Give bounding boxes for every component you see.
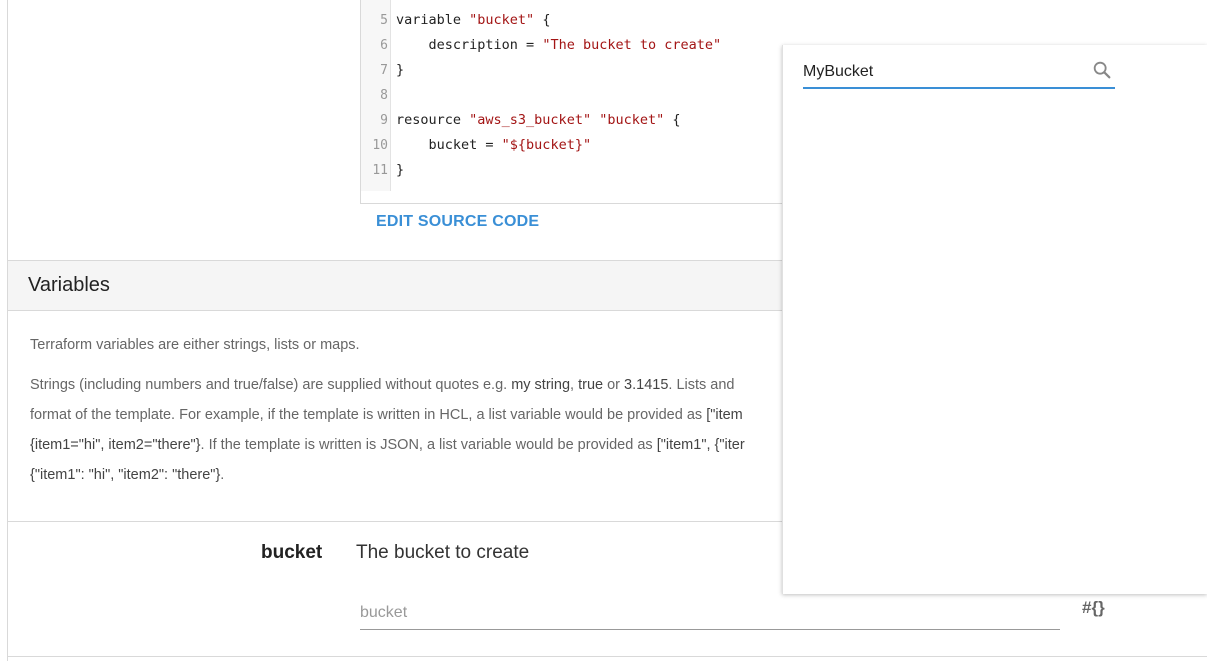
- line-number: 8: [380, 88, 388, 103]
- code-line: 11}: [361, 158, 404, 183]
- line-number: 9: [380, 113, 388, 128]
- search-dropdown-panel: [782, 45, 1207, 594]
- code-line: 6 description = "The bucket to create": [361, 33, 721, 58]
- line-number: 6: [380, 38, 388, 53]
- code-line: 5 variable "bucket" {: [361, 8, 550, 33]
- code-editor[interactable]: 5 variable "bucket" { 6 description = "The…: [360, 0, 800, 204]
- code-line: 10 bucket = "${bucket}": [361, 133, 591, 158]
- line-number: 7: [380, 63, 388, 78]
- code-line: 7}: [361, 58, 404, 83]
- code-text: bucket = "${bucket}": [396, 137, 592, 153]
- variables-paragraph-map: {item1="hi", item2="there"}. If the temp…: [30, 437, 745, 453]
- code-text: resource "aws_s3_bucket" "bucket" {: [396, 112, 681, 128]
- variables-intro: Terraform variables are either strings, …: [30, 337, 360, 353]
- code-text: variable "bucket" {: [396, 12, 551, 28]
- variables-paragraph-hcl: format of the template. For example, if …: [30, 407, 743, 423]
- code-text: description = "The bucket to create": [396, 37, 722, 53]
- line-number: 10: [372, 138, 388, 153]
- code-text: }: [396, 62, 405, 78]
- divider-bottom: [8, 656, 1207, 657]
- line-number: 5: [380, 13, 388, 28]
- page-left-border: [7, 0, 8, 661]
- variable-description: The bucket to create: [356, 542, 530, 563]
- interpolation-icon[interactable]: #{}: [1082, 598, 1105, 618]
- edit-source-code-link[interactable]: EDIT SOURCE CODE: [376, 213, 539, 231]
- code-text: }: [396, 162, 405, 178]
- code-line: 9 resource "aws_s3_bucket" "bucket" {: [361, 108, 680, 133]
- search-icon[interactable]: [1091, 59, 1113, 81]
- code-line: 8: [361, 83, 388, 108]
- variables-title: Variables: [28, 274, 110, 296]
- variables-paragraph-json: {"item1": "hi", "item2": "there"}.: [30, 467, 225, 483]
- bucket-variable-input[interactable]: [360, 596, 1060, 630]
- search-input[interactable]: [803, 57, 1115, 89]
- line-number: 11: [372, 163, 388, 178]
- variable-name-label: bucket: [261, 542, 323, 563]
- variables-paragraph-strings: Strings (including numbers and true/fals…: [30, 377, 735, 393]
